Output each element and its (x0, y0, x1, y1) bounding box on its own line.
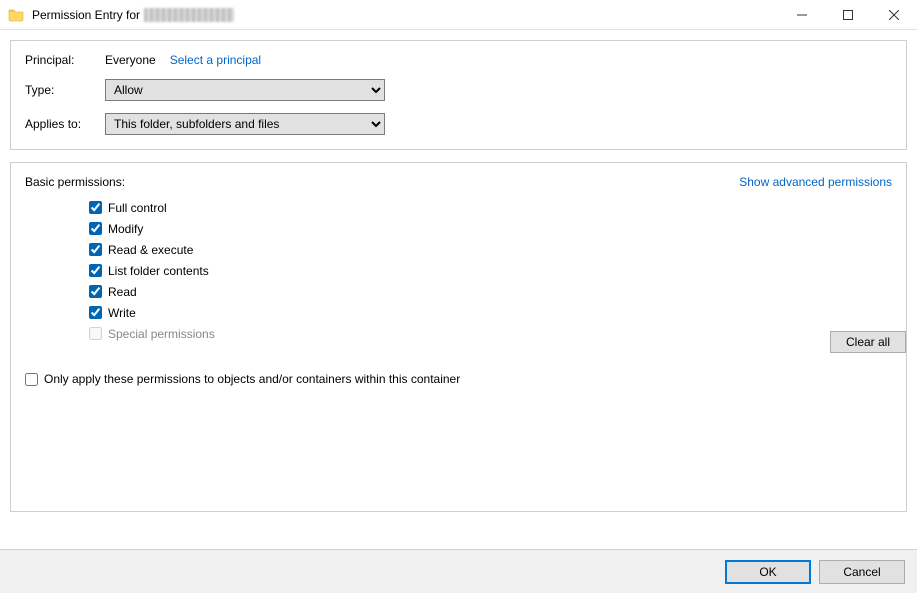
perm-label: Read & execute (108, 243, 193, 257)
perm-list-folder[interactable]: List folder contents (89, 260, 892, 281)
titlebar: Permission Entry for (0, 0, 917, 30)
perm-read[interactable]: Read (89, 281, 892, 302)
perm-label: List folder contents (108, 264, 209, 278)
only-apply-label: Only apply these permissions to objects … (44, 372, 460, 386)
close-button[interactable] (871, 0, 917, 30)
folder-icon (8, 7, 24, 23)
perm-read-checkbox[interactable] (89, 285, 102, 298)
permissions-panel: Basic permissions: Show advanced permiss… (10, 162, 907, 512)
perm-modify[interactable]: Modify (89, 218, 892, 239)
clear-all-button[interactable]: Clear all (830, 331, 906, 353)
perm-special: Special permissions (89, 323, 892, 344)
show-advanced-link[interactable]: Show advanced permissions (739, 175, 892, 189)
perm-read-execute[interactable]: Read & execute (89, 239, 892, 260)
principal-value: Everyone (105, 53, 156, 67)
ok-button[interactable]: OK (725, 560, 811, 584)
perm-special-checkbox (89, 327, 102, 340)
cancel-button[interactable]: Cancel (819, 560, 905, 584)
type-select[interactable]: Allow (105, 79, 385, 101)
minimize-button[interactable] (779, 0, 825, 30)
perm-label: Special permissions (108, 327, 215, 341)
window-title-redacted (144, 8, 234, 22)
window-title: Permission Entry for (32, 8, 144, 22)
perm-full-control-checkbox[interactable] (89, 201, 102, 214)
maximize-button[interactable] (825, 0, 871, 30)
basic-permissions-label: Basic permissions: (25, 175, 125, 189)
principal-label: Principal: (25, 53, 105, 67)
dialog-footer: OK Cancel (0, 549, 917, 593)
permissions-list: Full control Modify Read & execute List … (89, 197, 892, 344)
perm-full-control[interactable]: Full control (89, 197, 892, 218)
applies-to-select[interactable]: This folder, subfolders and files (105, 113, 385, 135)
perm-label: Full control (108, 201, 167, 215)
perm-label: Modify (108, 222, 143, 236)
perm-write-checkbox[interactable] (89, 306, 102, 319)
principal-panel: Principal: Everyone Select a principal T… (10, 40, 907, 150)
perm-read-execute-checkbox[interactable] (89, 243, 102, 256)
perm-label: Read (108, 285, 137, 299)
perm-write[interactable]: Write (89, 302, 892, 323)
type-label: Type: (25, 83, 105, 97)
select-principal-link[interactable]: Select a principal (170, 53, 261, 67)
only-apply-checkbox[interactable] (25, 373, 38, 386)
applies-to-label: Applies to: (25, 117, 105, 131)
perm-modify-checkbox[interactable] (89, 222, 102, 235)
perm-label: Write (108, 306, 136, 320)
perm-list-folder-checkbox[interactable] (89, 264, 102, 277)
